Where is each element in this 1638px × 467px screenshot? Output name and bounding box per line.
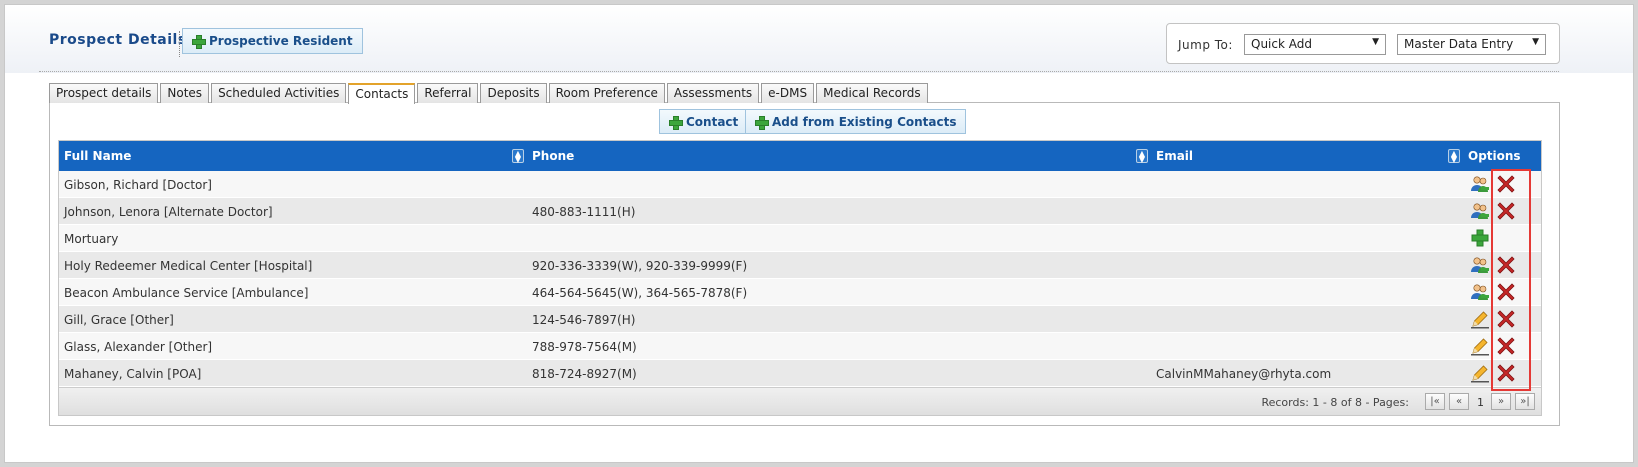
delete-icon[interactable] [1495,254,1515,274]
prospective-resident-label: Prospective Resident [209,34,353,48]
dropdown-arrow-icon: ▼ [1532,37,1539,47]
sort-icon[interactable]: ▲ ▼ [1448,149,1460,164]
tab-medical-records[interactable]: Medical Records [816,83,928,103]
first-page-button[interactable]: |« [1425,393,1445,410]
prev-page-button[interactable]: « [1449,393,1469,410]
tab-assessments[interactable]: Assessments [666,83,760,103]
top-bar: Prospect Details Prospective Resident Ju… [5,5,1633,73]
add-contact-button[interactable]: Contact [659,109,749,134]
cell-phone: 818-724-8927(M) [532,367,637,381]
master-data-entry-value: Master Data Entry [1404,37,1514,51]
table-row: Johnson, Lenora [Alternate Doctor] 480-88… [59,198,1541,225]
add-contact-label: Contact [686,114,739,129]
column-phone[interactable]: Phone [532,149,574,163]
delete-icon[interactable] [1495,362,1515,382]
contacts-icon[interactable] [1470,282,1490,302]
dropdown-arrow-icon: ▼ [1372,37,1379,47]
cell-full-name: Johnson, Lenora [Alternate Doctor] [64,205,273,219]
table-row: Gibson, Richard [Doctor] [59,171,1541,198]
cell-full-name: Mortuary [64,232,119,246]
page-title: Prospect Details [49,32,187,48]
table-row: Glass, Alexander [Other] 788-978-7564(M) [59,333,1541,360]
plus-icon [669,115,683,130]
delete-icon[interactable] [1495,173,1515,193]
tab-bar: Prospect details Notes Scheduled Activitie… [49,83,928,104]
cell-full-name: Gill, Grace [Other] [64,313,174,327]
tab-deposits[interactable]: Deposits [480,83,547,103]
cell-full-name: Mahaney, Calvin [POA] [64,367,202,381]
jump-to-label: Jump To: [1178,38,1233,52]
cell-full-name: Gibson, Richard [Doctor] [64,178,212,192]
column-email[interactable]: Email [1156,149,1193,163]
current-page[interactable]: 1 [1477,396,1484,409]
cell-phone: 788-978-7564(M) [532,340,637,354]
delete-icon[interactable] [1495,308,1515,328]
delete-icon[interactable] [1495,335,1515,355]
cell-full-name: Holy Redeemer Medical Center [Hospital] [64,259,313,273]
cell-phone: 464-564-5645(W), 364-565-7878(F) [532,286,748,300]
sort-icon[interactable]: ▲ ▼ [1136,149,1148,164]
table-row: Beacon Ambulance Service [Ambulance] 464-… [59,279,1541,306]
contacts-icon[interactable] [1470,255,1490,275]
contacts-icon[interactable] [1470,201,1490,221]
tab-room-preference[interactable]: Room Preference [548,83,665,103]
grid-header: Full Name ▲ ▼ Phone ▲ ▼ Email ▲ ▼ Options [59,141,1541,171]
master-data-entry-select[interactable]: Master Data Entry ▼ [1397,34,1546,55]
cell-full-name: Glass, Alexander [Other] [64,340,213,354]
plus-icon [755,115,769,130]
tab-prospect-details[interactable]: Prospect details [49,83,159,103]
title-separator [179,31,180,57]
pencil-icon[interactable] [1470,363,1490,383]
pencil-icon[interactable] [1470,309,1490,329]
tab-scheduled-activities[interactable]: Scheduled Activities [211,83,347,103]
cell-phone: 480-883-1111(H) [532,205,636,219]
jump-to-select-value: Quick Add [1251,37,1312,51]
table-row: Mahaney, Calvin [POA] 818-724-8927(M) Calv… [59,360,1541,387]
prospective-resident-button[interactable]: Prospective Resident [182,28,363,54]
cell-phone: 920-336-3339(W), 920-339-9999(F) [532,259,748,273]
add-from-existing-button[interactable]: Add from Existing Contacts [745,109,967,134]
add-icon[interactable] [1470,228,1490,248]
app-frame: Prospect Details Prospective Resident Ju… [4,4,1634,463]
delete-icon[interactable] [1495,281,1515,301]
cell-full-name: Beacon Ambulance Service [Ambulance] [64,286,309,300]
last-page-button[interactable]: »| [1515,393,1535,410]
grid-footer: Records: 1 - 8 of 8 - Pages: |« « 1 » »| [59,387,1541,415]
sort-icon[interactable]: ▲ ▼ [512,149,524,164]
contacts-icon[interactable] [1470,174,1490,194]
divider [39,71,1559,72]
add-from-existing-label: Add from Existing Contacts [772,114,957,129]
delete-icon[interactable] [1495,200,1515,220]
table-row: Gill, Grace [Other] 124-546-7897(H) [59,306,1541,333]
next-page-button[interactable]: » [1491,393,1511,410]
cell-email: CalvinMMahaney@rhyta.com [1156,367,1332,381]
pencil-icon[interactable] [1470,336,1490,356]
jump-to-panel: Jump To: Quick Add ▼ Master Data Entry ▼ [1166,23,1560,64]
contacts-grid: Full Name ▲ ▼ Phone ▲ ▼ Email ▲ ▼ Options G… [58,140,1542,416]
tab-contacts[interactable]: Contacts [348,83,416,104]
table-row: Holy Redeemer Medical Center [Hospital] 9… [59,252,1541,279]
jump-to-select[interactable]: Quick Add ▼ [1244,34,1386,55]
tab-e-dms[interactable]: e-DMS [761,83,815,103]
tab-notes[interactable]: Notes [160,83,210,103]
column-options: Options [1468,149,1521,163]
plus-icon [192,35,206,49]
records-summary: Records: 1 - 8 of 8 - Pages: [1261,396,1409,409]
column-full-name[interactable]: Full Name [64,149,131,163]
table-row: Mortuary [59,225,1541,252]
tab-referral[interactable]: Referral [417,83,479,103]
cell-phone: 124-546-7897(H) [532,313,636,327]
